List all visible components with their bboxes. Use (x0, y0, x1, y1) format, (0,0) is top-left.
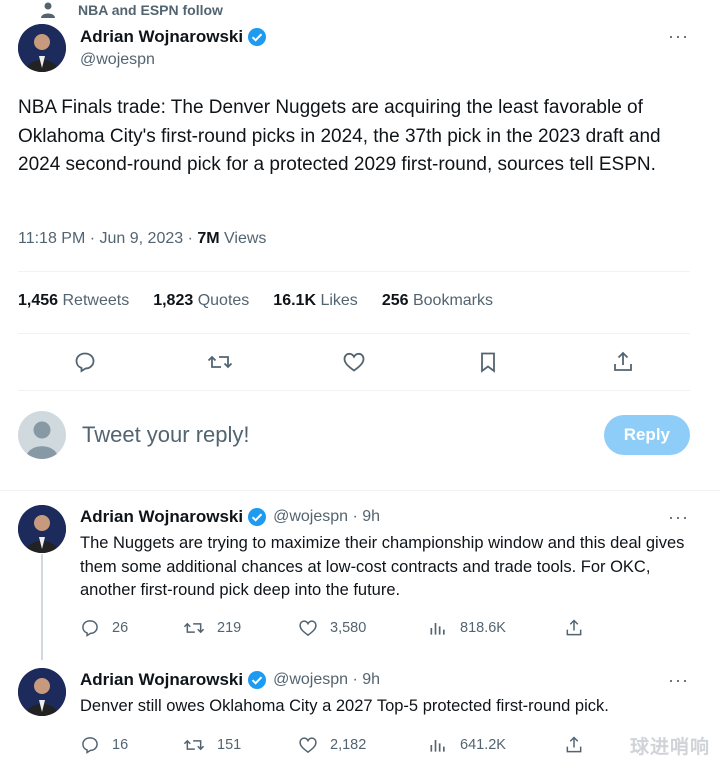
social-context: NBA and ESPN follow (38, 0, 223, 20)
divider (18, 333, 690, 334)
retweet-count-button[interactable]: 219 (183, 618, 298, 638)
like-count-button[interactable]: 3,580 (298, 618, 428, 638)
reply-action-bar: 16 151 2,182 641.2K (80, 735, 584, 755)
bookmark-icon[interactable] (474, 348, 502, 376)
reply-author-name[interactable]: Adrian Wojnarowski (80, 507, 243, 527)
user-avatar[interactable] (18, 411, 66, 459)
reply-header: Adrian Wojnarowski @wojespn · 9h (80, 670, 380, 690)
views-chart-icon (430, 740, 445, 752)
author-handle[interactable]: @wojespn (80, 51, 267, 69)
watermark: 球进哨响 (629, 737, 710, 758)
reply-author-handle[interactable]: @wojespn · 9h (273, 671, 380, 689)
like-heart-icon (299, 620, 317, 637)
more-options-icon[interactable]: ··· (668, 507, 689, 528)
views-count: 7M (197, 230, 220, 247)
tweet-text: NBA Finals trade: The Denver Nuggets are… (18, 97, 661, 175)
divider (18, 390, 690, 391)
person-icon (38, 2, 58, 18)
reply-count: 26 (112, 620, 129, 636)
reply-header: Adrian Wojnarowski @wojespn · 9h (80, 507, 380, 527)
share-icon[interactable] (609, 348, 637, 376)
action-bar (18, 336, 690, 388)
tweet-meta: 11:18 PM · Jun 9, 2023 · 7M Views (18, 230, 266, 248)
share-icon (566, 736, 582, 753)
bookmarks-stat[interactable]: 256 Bookmarks (382, 292, 493, 310)
reply-author-name[interactable]: Adrian Wojnarowski (80, 670, 243, 690)
reply-icon[interactable] (71, 348, 99, 376)
verified-badge-icon (247, 670, 267, 690)
retweet-icon (183, 622, 205, 634)
views-count-button[interactable]: 818.6K (428, 618, 564, 638)
reply-author-handle[interactable]: @wojespn · 9h (273, 508, 380, 526)
like-heart-icon (299, 737, 317, 754)
share-button[interactable] (564, 618, 584, 638)
views-count: 641.2K (460, 737, 506, 753)
thread-connector-line (41, 554, 43, 660)
reply-count-button[interactable]: 26 (80, 618, 183, 638)
reply-button[interactable]: Reply (603, 415, 690, 455)
views-label: Views (219, 230, 267, 247)
like-heart-icon[interactable] (340, 348, 368, 376)
divider (0, 490, 720, 491)
retweet-icon[interactable] (206, 348, 234, 376)
social-context-text: NBA and ESPN follow (78, 2, 223, 18)
retweet-icon (183, 739, 205, 751)
like-count: 2,182 (330, 737, 367, 753)
reply-input[interactable]: Tweet your reply! (82, 422, 604, 448)
reply-composer: Tweet your reply! Reply (18, 411, 690, 459)
more-options-icon[interactable]: ··· (668, 26, 689, 47)
reply-author-avatar[interactable] (18, 505, 66, 553)
reply-text: The Nuggets are trying to maximize their… (80, 534, 685, 599)
more-options-icon[interactable]: ··· (668, 670, 689, 691)
reply-count: 16 (112, 737, 129, 753)
likes-stat[interactable]: 16.1K Likes (273, 292, 358, 310)
author-avatar[interactable] (18, 24, 66, 72)
author-name[interactable]: Adrian Wojnarowski (80, 27, 243, 47)
views-count: 818.6K (460, 620, 506, 636)
engagement-stats: 1,456 Retweets 1,823 Quotes 16.1K Likes … (18, 292, 517, 310)
tweet-timestamp[interactable]: 11:18 PM · Jun 9, 2023 · (18, 230, 197, 247)
reply-text: Denver still owes Oklahoma City a 2027 T… (80, 697, 609, 715)
reply-author-avatar[interactable] (18, 668, 66, 716)
reply-count-button[interactable]: 16 (80, 735, 183, 755)
verified-badge-icon (247, 27, 267, 47)
reply-icon (82, 737, 98, 754)
views-chart-icon (430, 623, 445, 635)
like-count: 3,580 (330, 620, 367, 636)
reply-icon (82, 620, 98, 637)
share-button[interactable] (564, 735, 584, 755)
retweet-count-button[interactable]: 151 (183, 735, 298, 755)
reply-action-bar: 26 219 3,580 818.6K (80, 618, 584, 638)
retweet-count: 219 (217, 620, 242, 636)
quotes-stat[interactable]: 1,823 Quotes (153, 292, 249, 310)
views-count-button[interactable]: 641.2K (428, 735, 564, 755)
divider (18, 271, 690, 272)
verified-badge-icon (247, 507, 267, 527)
like-count-button[interactable]: 2,182 (298, 735, 428, 755)
retweets-stat[interactable]: 1,456 Retweets (18, 292, 129, 310)
share-icon (566, 619, 582, 636)
retweet-count: 151 (217, 737, 242, 753)
